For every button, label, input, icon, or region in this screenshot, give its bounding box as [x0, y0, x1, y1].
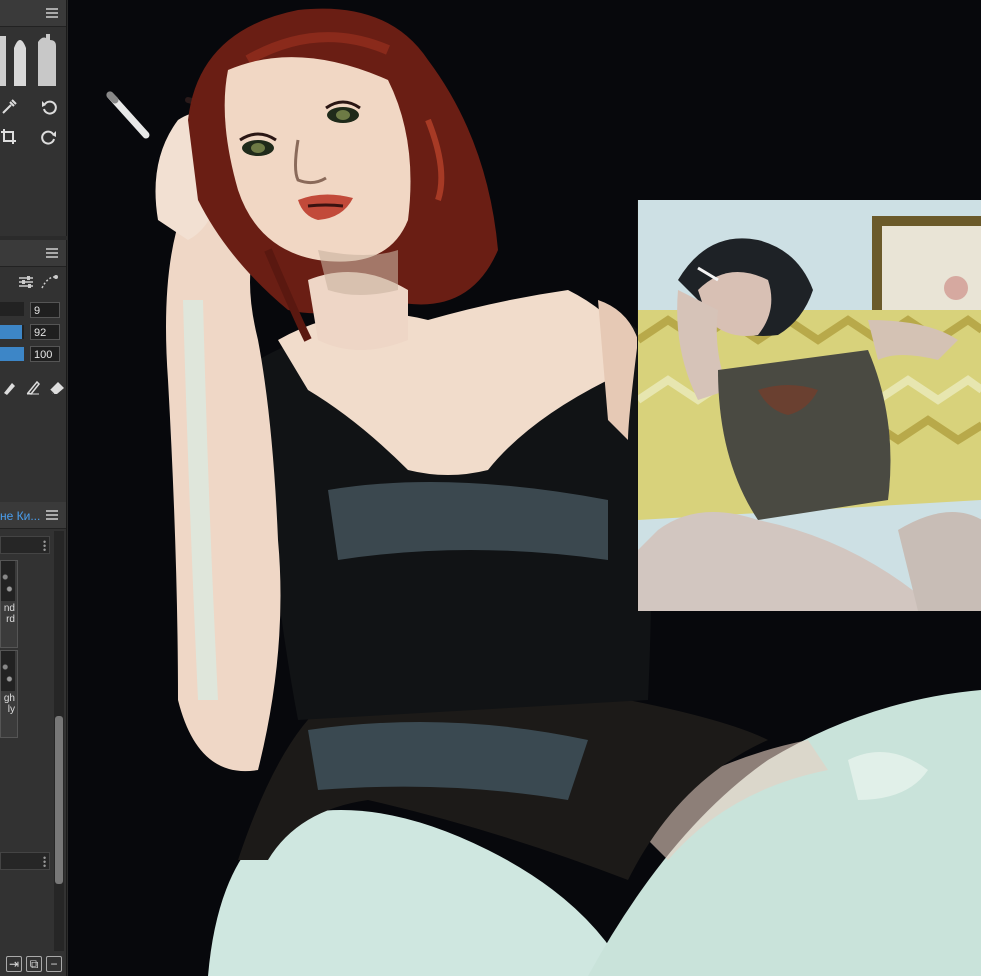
brush-preset-thumbnail — [1, 561, 15, 601]
presets-scrollbar-thumb[interactable] — [55, 716, 63, 884]
size-field[interactable]: 9 — [30, 302, 60, 318]
flow-slider-fill — [0, 347, 24, 361]
crop-icon[interactable] — [0, 128, 18, 146]
brush-preset-thumbnail — [1, 651, 15, 691]
eyedropper-icon[interactable] — [0, 98, 18, 116]
tools-panel-header — [0, 0, 66, 27]
reference-image[interactable] — [637, 200, 981, 611]
smudge-icon[interactable] — [24, 379, 42, 397]
eraser-icon[interactable] — [48, 379, 66, 397]
tools-panel-menu-icon[interactable] — [46, 8, 58, 18]
delete-preset-icon[interactable]: − — [46, 956, 62, 972]
opacity-slider-fill — [0, 325, 23, 339]
adjust-sliders-icon[interactable] — [18, 274, 34, 295]
brush-preset-label: gh ly — [3, 693, 15, 715]
pencil-tool-icon — [0, 36, 6, 86]
brush-presets-menu-icon[interactable] — [46, 510, 58, 520]
brush-tip-icon[interactable] — [0, 379, 18, 397]
brush-preset-item[interactable]: nd rd — [0, 560, 18, 648]
duplicate-preset-icon[interactable]: ⧉ — [26, 956, 42, 972]
reference-photo — [638, 200, 981, 611]
drawing-canvas[interactable] — [68, 0, 981, 976]
opacity-slider[interactable] — [0, 325, 24, 339]
brush-presets-tab[interactable]: не Ки... — [0, 509, 40, 523]
preset-group-field[interactable]: • • • — [0, 852, 50, 871]
brush-preset-item[interactable]: gh ly — [0, 650, 18, 738]
brush-preset-label: nd rd — [3, 603, 15, 625]
brush-tools-row[interactable] — [0, 28, 66, 88]
import-preset-icon[interactable]: ⇥ — [6, 956, 22, 972]
preset-actions: ⇥ ⧉ − — [6, 956, 62, 972]
more-options-icon[interactable]: • • • — [43, 538, 46, 555]
stroke-path-icon[interactable] — [40, 274, 58, 295]
marker-tool-icon — [14, 40, 26, 86]
more-options-icon[interactable]: • • • — [43, 854, 46, 871]
spray-tool-icon — [38, 34, 56, 86]
brush-settings-panel: 9 92 100 — [0, 240, 67, 502]
undo-icon[interactable] — [40, 98, 58, 116]
preset-filter-field[interactable]: • • • — [0, 536, 50, 555]
tools-panel — [0, 0, 67, 236]
redo-icon[interactable] — [40, 128, 58, 146]
left-dock: 9 92 100 • • • nd rd gh ly • • • не Ки... — [0, 0, 68, 976]
flow-slider[interactable] — [0, 347, 24, 361]
brush-settings-menu-icon[interactable] — [46, 248, 58, 258]
flow-field[interactable]: 100 — [30, 346, 60, 362]
presets-scrollbar[interactable] — [54, 531, 64, 951]
brush-settings-header — [0, 240, 66, 267]
opacity-field[interactable]: 92 — [30, 324, 60, 340]
size-slider[interactable] — [0, 302, 24, 316]
